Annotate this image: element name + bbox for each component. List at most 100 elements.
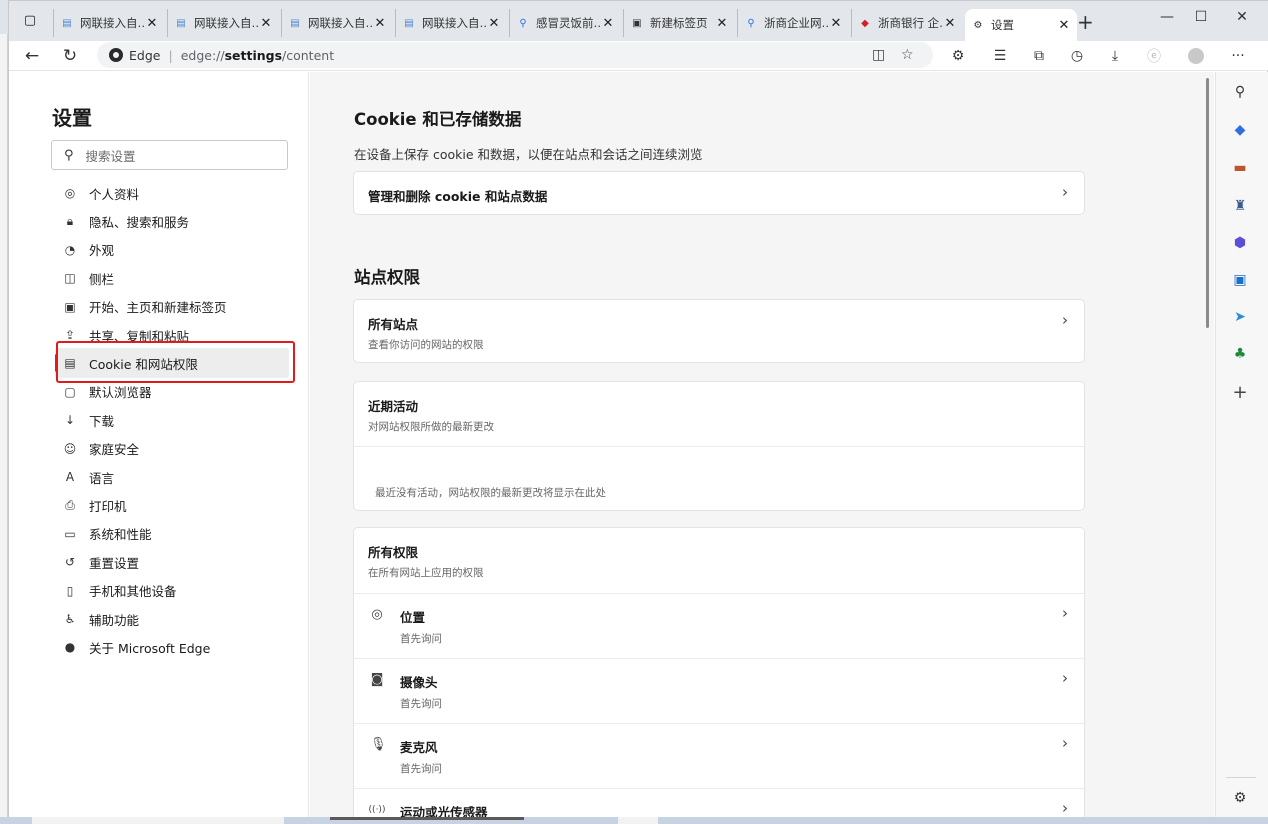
all-sites-sub: 查看你访问的网站的权限 [368, 339, 484, 351]
settings-nav-item[interactable]: A 语言 [55, 464, 289, 490]
address-url: edge://settings/content [181, 48, 334, 63]
tab[interactable]: ⚙ 设置 ✕ [965, 9, 1077, 41]
window-close-button[interactable]: ✕ [1227, 9, 1257, 25]
tab-label: 浙商企业网… [764, 16, 829, 30]
permission-row[interactable]: ◎ 位置 首先询问 › [354, 593, 1084, 657]
new-tab-button[interactable]: + [1077, 10, 1094, 34]
scroll-thumb[interactable] [1206, 78, 1209, 328]
tab[interactable]: ⚲ 浙商企业网… ✕ [737, 9, 849, 37]
settings-search-input[interactable]: ⚲ 搜索设置 [51, 140, 288, 170]
settings-nav-item[interactable]: 🔒︎ 隐私、搜索和服务 [55, 208, 289, 234]
ie-mode-icon[interactable]: ⓔ [1143, 45, 1165, 67]
address-separator: | [168, 47, 173, 63]
tab[interactable]: ▤ 网联接入自… ✕ [53, 9, 165, 37]
close-icon[interactable]: ✕ [715, 16, 729, 31]
settings-nav-item[interactable]: ◔ 外观 [55, 237, 289, 263]
maximize-button[interactable]: ☐ [1186, 9, 1216, 25]
shopping-tag-icon[interactable]: ◆ [1230, 120, 1250, 140]
tab[interactable]: ▤ 网联接入自… ✕ [281, 9, 393, 37]
close-icon[interactable]: ✕ [259, 16, 273, 31]
add-sidebar-app-icon[interactable]: + [1230, 382, 1250, 403]
reset-icon: ↺ [64, 555, 76, 570]
manage-cookies-row[interactable]: 管理和删除 cookie 和站点数据 › [354, 172, 1084, 214]
extensions-icon[interactable]: ⚙ [947, 45, 969, 67]
edge-icon: ● [64, 640, 76, 655]
tab[interactable]: ⚲ 感冒灵饭前… ✕ [509, 9, 621, 37]
outlook-icon[interactable]: ▣ [1230, 270, 1250, 290]
settings-nav-label: 隐私、搜索和服务 [89, 214, 190, 230]
downloads-icon[interactable]: ⤓ [1104, 45, 1126, 67]
settings-nav-item[interactable]: ◎ 个人资料 [55, 180, 289, 206]
permission-row[interactable]: ((·)) 运动或光传感器 › [354, 788, 1084, 819]
tab-actions-button[interactable]: ▢ [19, 9, 41, 31]
tab[interactable]: ▣ 新建标签页 ✕ [623, 9, 735, 37]
sidebar-search-icon[interactable]: ⚲ [1230, 82, 1250, 102]
send-icon[interactable]: ➤ [1230, 307, 1250, 327]
history-icon[interactable]: ◷ [1066, 45, 1088, 67]
close-icon[interactable]: ✕ [943, 16, 957, 31]
settings-nav-label: 系统和性能 [89, 527, 152, 543]
tab[interactable]: ▤ 网联接入自… ✕ [167, 9, 279, 37]
settings-nav-item[interactable]: ▯ 手机和其他设备 [55, 578, 289, 604]
chevron-right-icon: › [1062, 604, 1068, 622]
settings-nav-item[interactable]: ● 关于 Microsoft Edge [55, 634, 289, 660]
settings-nav-item[interactable]: ↺ 重置设置 [55, 549, 289, 575]
tab-label: 感冒灵饭前… [536, 16, 601, 30]
close-icon[interactable]: ✕ [829, 16, 843, 31]
all-sites-title: 所有站点 [368, 317, 419, 332]
games-icon[interactable]: ♜ [1230, 196, 1250, 216]
permission-sub: 首先询问 [400, 698, 442, 710]
sidebar-divider [1226, 777, 1256, 778]
tools-briefcase-icon[interactable]: ▬ [1230, 158, 1250, 178]
collections-icon[interactable]: ⧉ [1028, 45, 1050, 67]
settings-nav-item[interactable]: ↓ 下载 [55, 407, 289, 433]
chevron-right-icon: › [1062, 799, 1068, 817]
taskbar-segment [330, 817, 524, 820]
content-scrollbar[interactable] [1198, 72, 1214, 819]
close-icon[interactable]: ✕ [373, 16, 387, 31]
permission-title: 位置 [400, 610, 426, 625]
close-icon[interactable]: ✕ [487, 16, 501, 31]
settings-nav-label: 下载 [89, 413, 115, 429]
more-menu-icon[interactable]: ··· [1227, 45, 1249, 67]
settings-nav-item[interactable]: ⎙ 打印机 [55, 492, 289, 518]
search-icon: ⚲ [64, 147, 74, 163]
permission-row[interactable]: 🎙︎ 麦克风 首先询问 › [354, 723, 1084, 787]
add-favorite-icon[interactable]: ☆ [901, 47, 914, 63]
permission-sub: 首先询问 [400, 633, 442, 645]
sensor-icon: ((·)) [368, 805, 386, 815]
settings-nav-label: 手机和其他设备 [89, 584, 177, 600]
tab-strip: ▢ ▤ 网联接入自… ✕ ▤ 网联接入自… ✕ ▤ 网联接入自… ✕ ▤ 网联接入自… ✕ ⚲ 感冒灵饭前… [9, 1, 1268, 41]
profile-avatar-icon[interactable] [1185, 45, 1207, 67]
search-placeholder: 搜索设置 [85, 148, 136, 164]
settings-title: 设置 [52, 106, 92, 130]
cookie-section-description: 在设备上保存 cookie 和数据，以便在站点和会话之间连续浏览 [354, 147, 703, 162]
refresh-button[interactable]: ↻ [57, 43, 83, 69]
settings-nav-item[interactable]: ▭ 系统和性能 [55, 521, 289, 547]
settings-nav-item[interactable]: ☺ 家庭安全 [55, 436, 289, 462]
address-bar[interactable]: Edge | edge://settings/content ◫ ☆ [97, 42, 933, 68]
settings-nav-item[interactable]: ◫ 侧栏 [55, 265, 289, 291]
all-sites-row[interactable]: 所有站点 查看你访问的网站的权限 › [354, 300, 1084, 362]
sidebar-settings-icon[interactable]: ⚙ [1230, 788, 1250, 808]
favorites-icon[interactable]: ☰ [989, 45, 1011, 67]
settings-nav-item[interactable]: ♿︎ 辅助功能 [55, 606, 289, 632]
split-screen-icon[interactable]: ◫ [872, 47, 885, 63]
tab[interactable]: ◆ 浙商银行 企…✕ [851, 9, 963, 37]
close-icon[interactable]: ✕ [145, 16, 159, 31]
doc-icon: ▤ [176, 17, 186, 29]
search-icon: ⚲ [519, 17, 527, 29]
tab[interactable]: ▤ 网联接入自… ✕ [395, 9, 507, 37]
office-icon[interactable]: ⬢ [1230, 233, 1250, 253]
search-icon: ⚲ [747, 17, 755, 29]
back-button[interactable]: ← [19, 43, 45, 69]
tab-label: 网联接入自… [194, 16, 259, 30]
minimize-button[interactable]: — [1152, 9, 1182, 25]
settings-nav-item[interactable]: ▣ 开始、主页和新建标签页 [55, 294, 289, 320]
close-icon[interactable]: ✕ [1057, 18, 1071, 33]
close-icon[interactable]: ✕ [601, 16, 615, 31]
tree-icon[interactable]: ♣ [1230, 344, 1250, 364]
browser-icon: ▢ [64, 384, 76, 399]
url-host: settings [224, 47, 283, 63]
permission-row[interactable]: ◙ 摄像头 首先询问 › [354, 658, 1084, 722]
